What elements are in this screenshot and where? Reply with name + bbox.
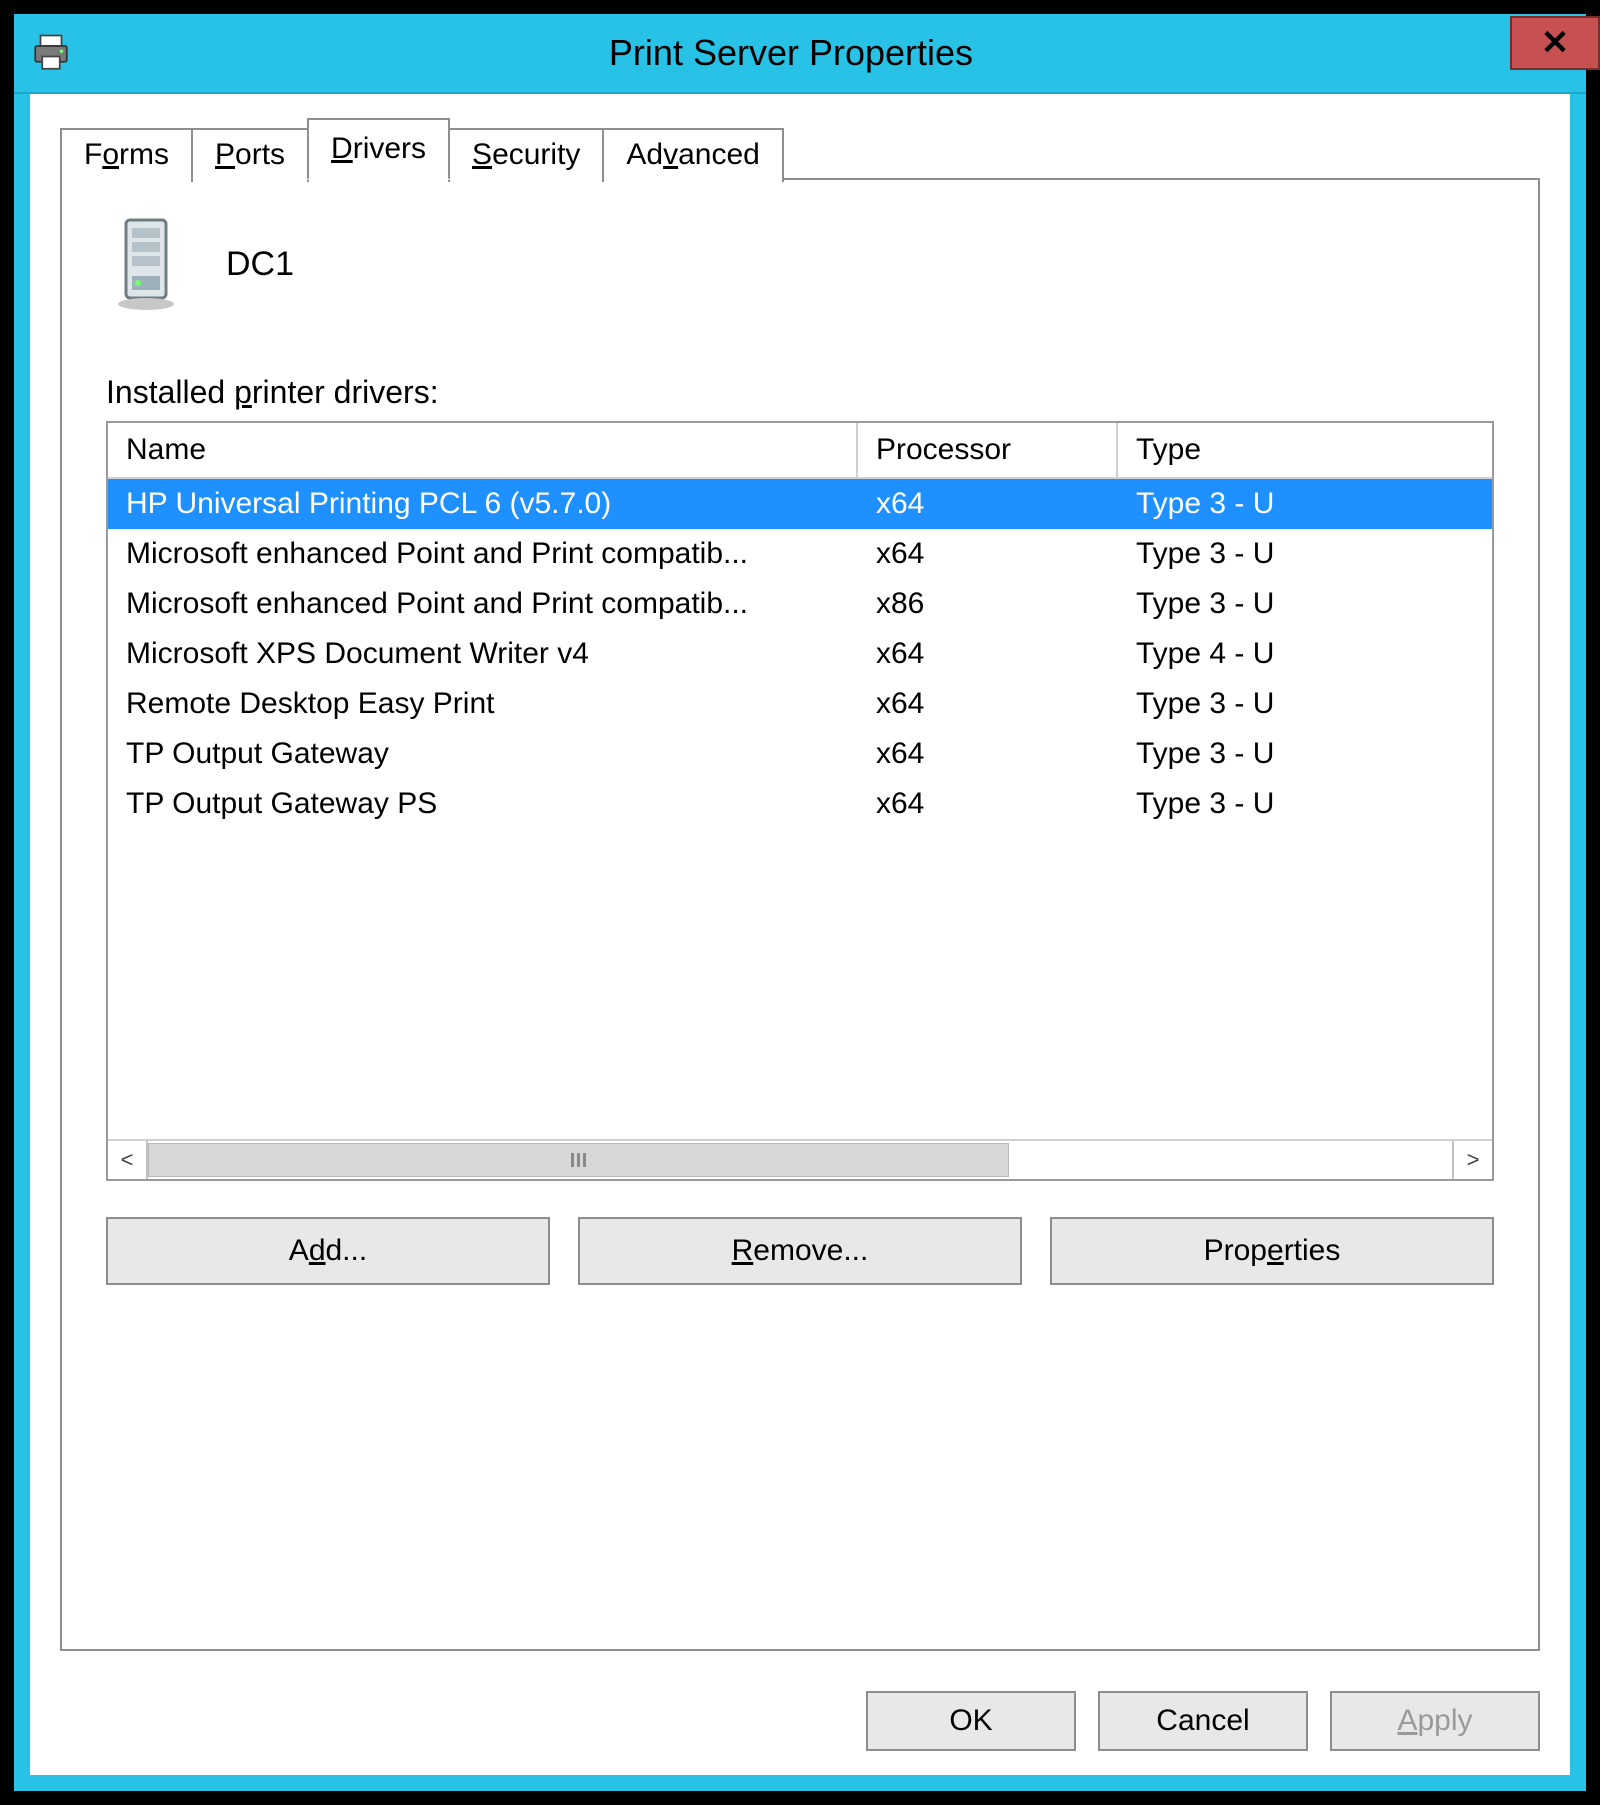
scroll-right-button[interactable]: > <box>1452 1141 1492 1179</box>
tab-advanced[interactable]: Advanced <box>602 128 783 182</box>
print-server-properties-window: Print Server Properties ✕ Forms Ports Dr… <box>14 14 1586 1791</box>
installed-drivers-label: Installed printer drivers: <box>106 374 1494 411</box>
grip-icon <box>571 1153 574 1167</box>
tab-label: Ports <box>215 138 285 171</box>
server-icon <box>106 214 186 314</box>
tab-forms[interactable]: Forms <box>60 128 193 182</box>
tab-label: Drivers <box>331 132 426 165</box>
driver-actions: Add... Remove... Properties <box>106 1217 1494 1285</box>
tabstrip: Forms Ports Drivers Security Advanced <box>60 118 1540 180</box>
horizontal-scrollbar[interactable]: < > <box>108 1139 1492 1179</box>
scroll-track[interactable] <box>148 1141 1452 1179</box>
cell-name: Microsoft XPS Document Writer v4 <box>108 633 858 675</box>
table-row[interactable]: Remote Desktop Easy Printx64Type 3 - U <box>108 679 1492 729</box>
cancel-button[interactable]: Cancel <box>1098 1691 1308 1751</box>
server-name: DC1 <box>226 245 294 284</box>
cell-type: Type 3 - U <box>1118 533 1492 575</box>
button-label: Add... <box>289 1234 367 1268</box>
cell-name: Microsoft enhanced Point and Print compa… <box>108 533 858 575</box>
column-header-processor[interactable]: Processor <box>858 423 1118 477</box>
cell-name: Microsoft enhanced Point and Print compa… <box>108 583 858 625</box>
table-row[interactable]: Microsoft enhanced Point and Print compa… <box>108 529 1492 579</box>
cell-name: TP Output Gateway <box>108 733 858 775</box>
client-area: Forms Ports Drivers Security Advanced <box>30 94 1570 1671</box>
tab-label: Forms <box>84 138 169 171</box>
cell-type: Type 3 - U <box>1118 583 1492 625</box>
window-title: Print Server Properties <box>72 32 1510 74</box>
table-row[interactable]: Microsoft XPS Document Writer v4x64Type … <box>108 629 1492 679</box>
add-button[interactable]: Add... <box>106 1217 550 1285</box>
table-row[interactable]: TP Output Gateway PSx64Type 3 - U <box>108 779 1492 829</box>
printer-icon <box>30 32 72 74</box>
cell-processor: x64 <box>858 783 1118 825</box>
cell-name: HP Universal Printing PCL 6 (v5.7.0) <box>108 483 858 525</box>
list-body: HP Universal Printing PCL 6 (v5.7.0)x64T… <box>108 479 1492 1139</box>
tab-drivers[interactable]: Drivers <box>307 118 450 180</box>
dialog-button-row: OK Cancel Apply <box>30 1671 1570 1775</box>
column-header-name[interactable]: Name <box>108 423 858 477</box>
cell-processor: x64 <box>858 633 1118 675</box>
grip-icon <box>583 1153 586 1167</box>
tab-ports[interactable]: Ports <box>191 128 309 182</box>
cell-type: Type 3 - U <box>1118 483 1492 525</box>
chevron-right-icon: > <box>1467 1147 1480 1173</box>
remove-button[interactable]: Remove... <box>578 1217 1022 1285</box>
drivers-panel: DC1 Installed printer drivers: Name Proc… <box>60 178 1540 1651</box>
titlebar[interactable]: Print Server Properties ✕ <box>14 14 1586 94</box>
close-button[interactable]: ✕ <box>1510 16 1600 70</box>
cell-processor: x64 <box>858 733 1118 775</box>
button-label: Remove... <box>732 1234 869 1268</box>
properties-button[interactable]: Properties <box>1050 1217 1494 1285</box>
list-header: Name Processor Type <box>108 423 1492 479</box>
cell-type: Type 3 - U <box>1118 733 1492 775</box>
table-row[interactable]: TP Output Gatewayx64Type 3 - U <box>108 729 1492 779</box>
tab-label: Security <box>472 138 580 171</box>
button-label: Properties <box>1204 1234 1341 1268</box>
tab-security[interactable]: Security <box>448 128 604 182</box>
cell-processor: x86 <box>858 583 1118 625</box>
close-icon: ✕ <box>1541 23 1570 63</box>
grip-icon <box>577 1153 580 1167</box>
cell-name: TP Output Gateway PS <box>108 783 858 825</box>
table-row[interactable]: HP Universal Printing PCL 6 (v5.7.0)x64T… <box>108 479 1492 529</box>
cell-name: Remote Desktop Easy Print <box>108 683 858 725</box>
column-header-type[interactable]: Type <box>1118 423 1492 477</box>
scroll-left-button[interactable]: < <box>108 1141 148 1179</box>
cell-processor: x64 <box>858 533 1118 575</box>
cell-processor: x64 <box>858 483 1118 525</box>
apply-button[interactable]: Apply <box>1330 1691 1540 1751</box>
ok-button[interactable]: OK <box>866 1691 1076 1751</box>
table-row[interactable]: Microsoft enhanced Point and Print compa… <box>108 579 1492 629</box>
cell-type: Type 4 - U <box>1118 633 1492 675</box>
tab-label: Advanced <box>626 138 759 171</box>
server-row: DC1 <box>106 214 1494 314</box>
cell-processor: x64 <box>858 683 1118 725</box>
cell-type: Type 3 - U <box>1118 783 1492 825</box>
button-label: Apply <box>1397 1704 1472 1738</box>
cell-type: Type 3 - U <box>1118 683 1492 725</box>
drivers-list[interactable]: Name Processor Type HP Universal Printin… <box>106 421 1494 1181</box>
chevron-left-icon: < <box>121 1147 134 1173</box>
scroll-thumb[interactable] <box>148 1143 1009 1177</box>
